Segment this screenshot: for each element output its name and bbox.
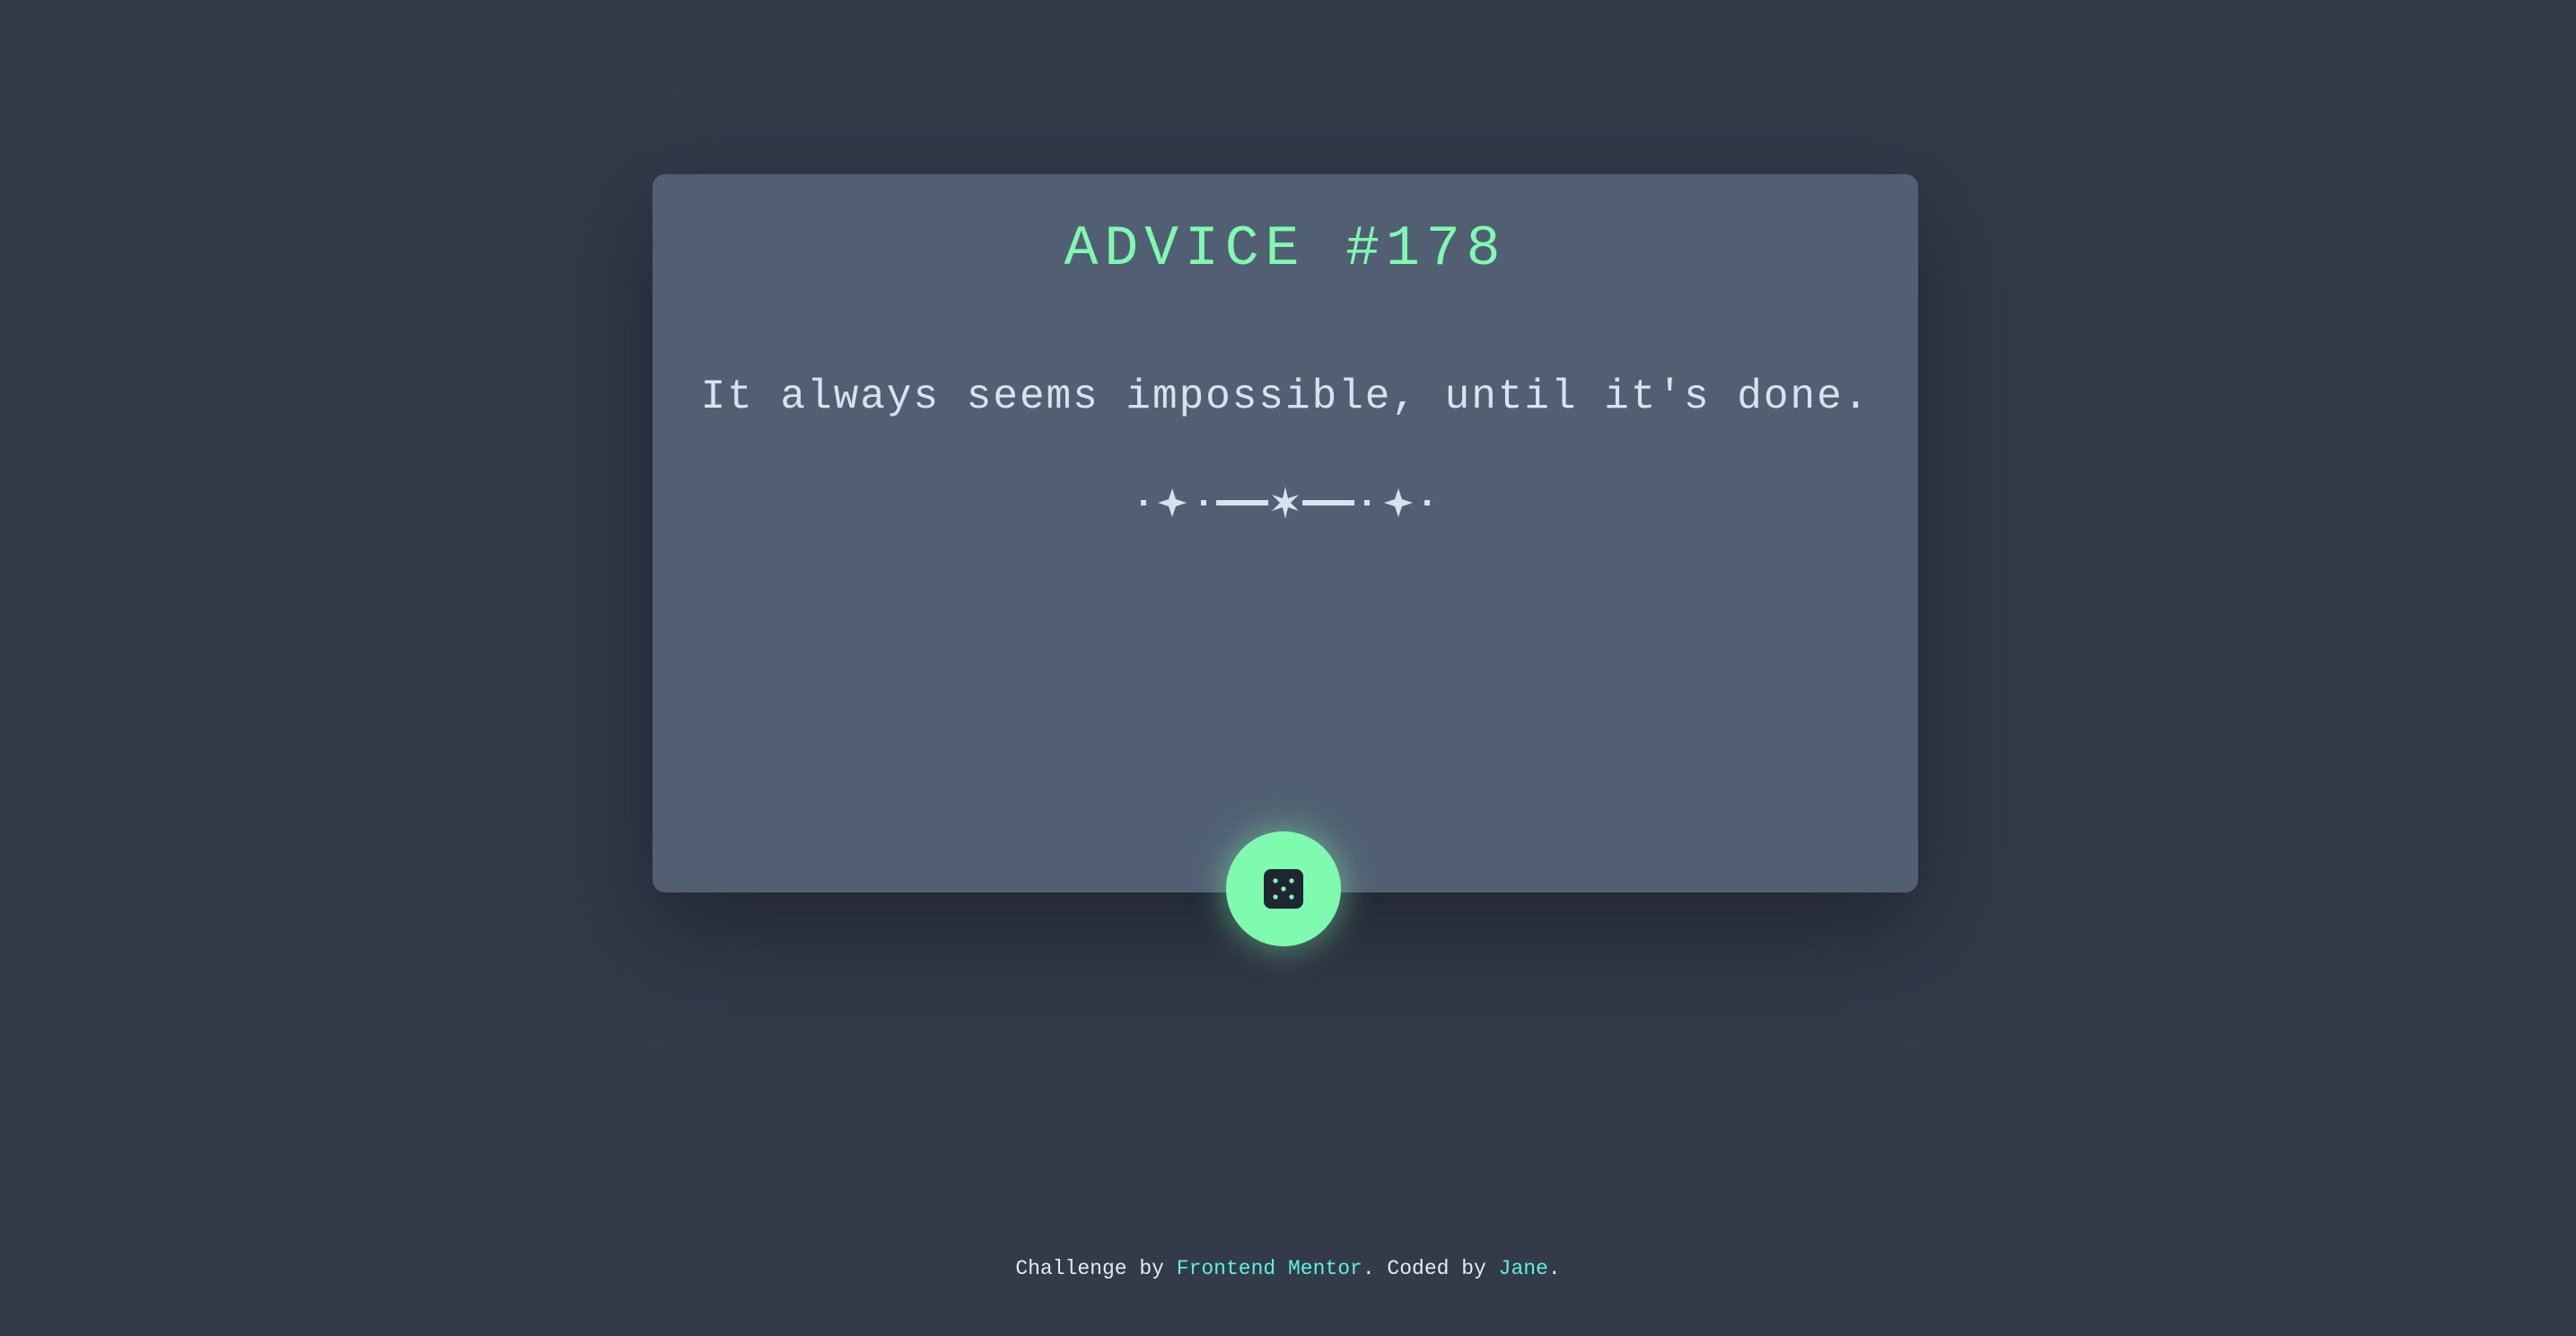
ornament-divider-icon [1141, 487, 1430, 519]
attribution-footer: Challenge by Frontend Mentor. Coded by J… [0, 1257, 2576, 1280]
footer-suffix: . [1547, 1257, 1561, 1280]
advice-card: ADVICE #178 It always seems impossible, … [653, 174, 1918, 892]
author-link[interactable]: Jane [1499, 1257, 1548, 1280]
frontend-mentor-link[interactable]: Frontend Mentor [1177, 1257, 1362, 1280]
new-advice-button[interactable] [1226, 831, 1341, 946]
advice-quote: It always seems impossible, until it's d… [700, 374, 1871, 420]
advice-id: ADVICE #178 [1064, 217, 1507, 281]
page: ADVICE #178 It always seems impossible, … [0, 0, 2576, 1336]
footer-middle: . Coded by [1362, 1257, 1499, 1280]
footer-prefix: Challenge by [1015, 1257, 1177, 1280]
dice-icon [1264, 869, 1303, 909]
